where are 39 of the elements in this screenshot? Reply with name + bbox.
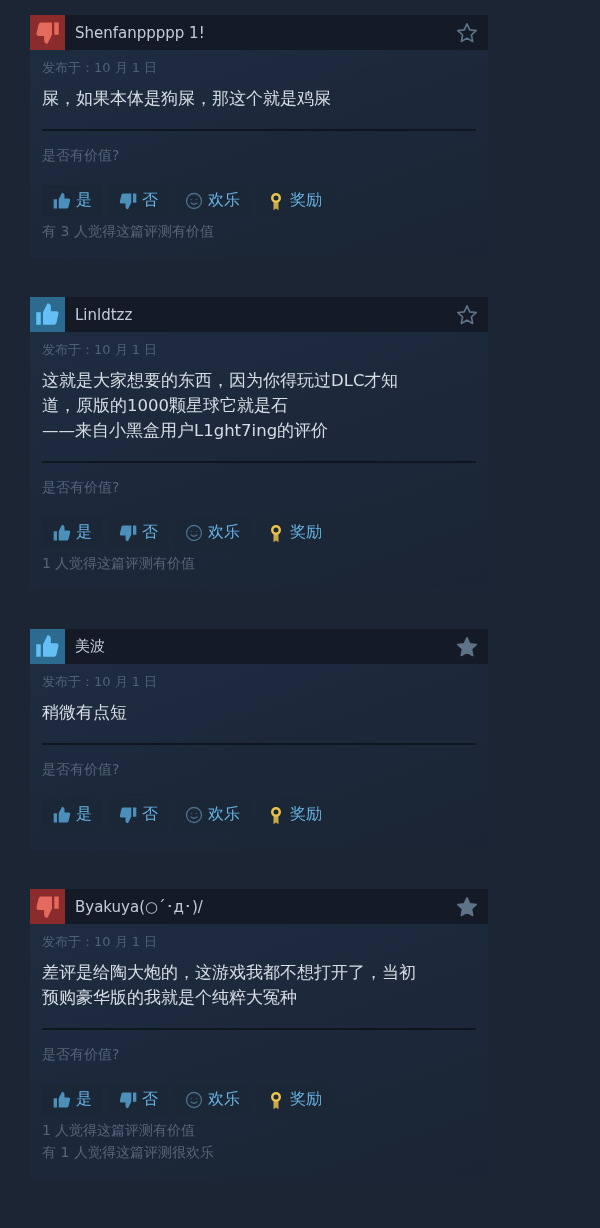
review-text-line: 屎，如果本体是狗屎，那这个就是鸡屎 — [42, 88, 332, 110]
vote-button[interactable]: 是 — [42, 517, 102, 548]
thumbs-up-icon — [52, 1089, 72, 1110]
helpful-count: 有 1 人觉得这篇评测很欢乐 — [42, 1143, 215, 1162]
star-icon[interactable] — [456, 895, 478, 918]
smiley-icon — [184, 1089, 204, 1110]
helpful-prompt: 是否有价值? — [42, 1046, 121, 1064]
smiley-icon — [184, 190, 204, 211]
star-icon[interactable] — [456, 303, 478, 326]
review-text-line: 道，原版的1000颗星球它就是石 — [42, 395, 289, 417]
author-name[interactable]: Byakuya(○´･д･)/ — [75, 897, 456, 916]
review-text-line: ——来自小黑盒用户L1ght7ing的评价 — [42, 420, 330, 442]
thumbs-up-icon — [52, 190, 72, 211]
vote-button[interactable]: 是 — [42, 799, 102, 830]
vote-button[interactable]: 是 — [42, 185, 102, 216]
review-text-line: 预购豪华版的我就是个纯粹大冤种 — [42, 987, 298, 1009]
review-text-line: 差评是给陶大炮的，这游戏我都不想打开了，当初 — [42, 962, 417, 984]
vote-button[interactable]: 是 — [42, 1084, 102, 1115]
author-name[interactable]: Linldtzz — [75, 305, 456, 324]
vote-button[interactable]: 否 — [108, 185, 168, 216]
vote-button[interactable]: 欢乐 — [174, 1084, 250, 1115]
helpful-prompt: 是否有价值? — [42, 479, 121, 497]
vote-button[interactable]: 否 — [108, 799, 168, 830]
review-text-line: 稍微有点短 — [42, 702, 128, 724]
vote-button[interactable]: 否 — [108, 1084, 168, 1115]
thumbs-up-icon — [52, 804, 72, 825]
helpful-count: 1 人觉得这篇评测有价值 — [42, 554, 197, 573]
author-name[interactable]: Shenfanppppp 1! — [75, 23, 456, 42]
author-name[interactable]: 美波 — [75, 637, 456, 656]
helpful-prompt: 是否有价值? — [42, 761, 121, 779]
star-icon[interactable] — [456, 635, 478, 658]
review-text-line: 这就是大家想要的东西，因为你得玩过DLC才知 — [42, 370, 400, 392]
helpful-count: 1 人觉得这篇评测有价值 — [42, 1121, 197, 1140]
smiley-icon — [184, 804, 204, 825]
thumbs-up-icon — [52, 522, 72, 543]
helpful-count: 有 3 人觉得这篇评测有价值 — [42, 222, 215, 241]
smiley-icon — [184, 522, 204, 543]
star-icon[interactable] — [456, 21, 478, 44]
vote-button[interactable]: 否 — [108, 517, 168, 548]
